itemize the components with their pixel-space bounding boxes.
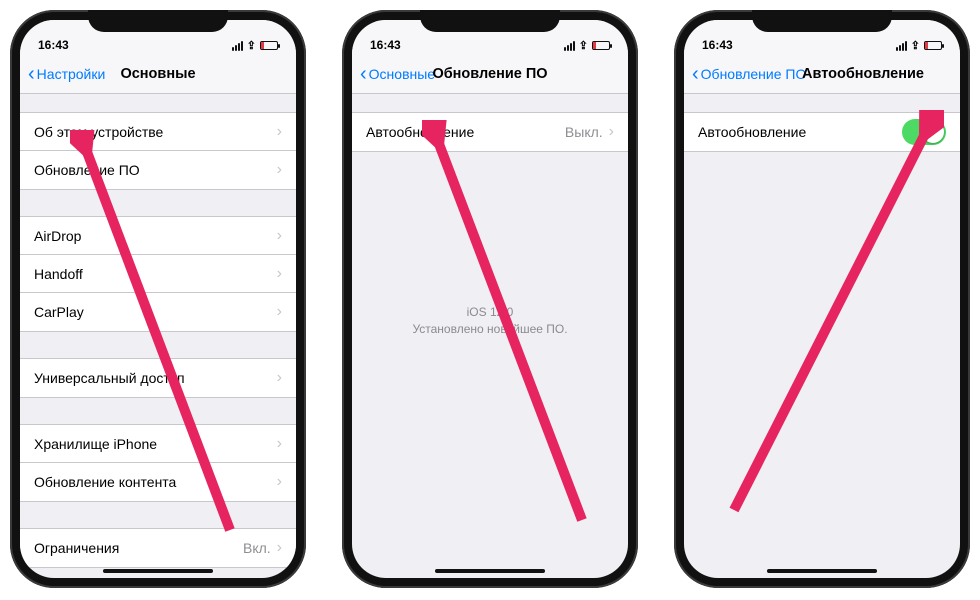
cell-carplay[interactable]: CarPlay › xyxy=(20,293,296,331)
status-time: 16:43 xyxy=(38,38,69,52)
cell-label: AirDrop xyxy=(34,228,81,244)
notch xyxy=(752,10,892,32)
cell-auto-update-toggle: Автообновление xyxy=(684,113,960,151)
cell-accessibility[interactable]: Универсальный доступ › xyxy=(20,359,296,397)
chevron-right-icon: › xyxy=(277,473,282,491)
list-group: Хранилище iPhone › Обновление контента › xyxy=(20,424,296,502)
back-label: Основные xyxy=(369,66,435,82)
home-indicator[interactable] xyxy=(103,569,213,573)
status-icons: ⇪ xyxy=(896,39,942,52)
chevron-left-icon: ‹ xyxy=(692,64,699,84)
cell-about[interactable]: Об этом устройстве › xyxy=(20,113,296,151)
cell-label: Автообновление xyxy=(698,124,806,140)
chevron-right-icon: › xyxy=(277,123,282,141)
battery-icon xyxy=(260,41,278,50)
back-button[interactable]: ‹ Настройки xyxy=(28,64,105,84)
nav-bar: ‹ Основные Обновление ПО xyxy=(352,54,628,94)
chevron-right-icon: › xyxy=(609,123,614,141)
chevron-left-icon: ‹ xyxy=(360,64,367,84)
list-group: Автообновление Выкл. › xyxy=(352,112,628,152)
cell-software-update[interactable]: Обновление ПО › xyxy=(20,151,296,189)
chevron-right-icon: › xyxy=(277,539,282,557)
home-indicator[interactable] xyxy=(435,569,545,573)
chevron-left-icon: ‹ xyxy=(28,64,35,84)
list-group: Об этом устройстве › Обновление ПО › xyxy=(20,112,296,190)
cell-content-refresh[interactable]: Обновление контента › xyxy=(20,463,296,501)
cell-handoff[interactable]: Handoff › xyxy=(20,255,296,293)
update-message: Установлено новейшее ПО. xyxy=(372,321,608,338)
signal-icon xyxy=(896,41,907,51)
signal-icon xyxy=(232,41,243,51)
status-time: 16:43 xyxy=(370,38,401,52)
list-group: Ограничения Вкл. › xyxy=(20,528,296,568)
chevron-right-icon: › xyxy=(277,369,282,387)
chevron-right-icon: › xyxy=(277,161,282,179)
cell-label: Универсальный доступ xyxy=(34,370,185,386)
content[interactable]: Автообновление Выкл. › iOS 12.0 Установле… xyxy=(352,94,628,578)
chevron-right-icon: › xyxy=(277,435,282,453)
back-label: Настройки xyxy=(37,66,106,82)
status-icons: ⇪ xyxy=(232,39,278,52)
notch xyxy=(420,10,560,32)
notch xyxy=(88,10,228,32)
back-button[interactable]: ‹ Основные xyxy=(360,64,435,84)
cell-label: CarPlay xyxy=(34,304,84,320)
list-group: Автообновление xyxy=(684,112,960,152)
chevron-right-icon: › xyxy=(277,265,282,283)
status-time: 16:43 xyxy=(702,38,733,52)
phone-mock-3: 16:43 ⇪ ‹ Обновление ПО Автообновление А… xyxy=(674,10,970,588)
cell-value: Вкл. xyxy=(243,540,271,556)
cell-label: Автообновление xyxy=(366,124,474,140)
wifi-icon: ⇪ xyxy=(247,39,256,52)
update-status: iOS 12.0 Установлено новейшее ПО. xyxy=(352,304,628,338)
nav-bar: ‹ Настройки Основные xyxy=(20,54,296,94)
list-group: Универсальный доступ › xyxy=(20,358,296,398)
screen: 16:43 ⇪ ‹ Обновление ПО Автообновление А… xyxy=(684,20,960,578)
cell-label: Handoff xyxy=(34,266,83,282)
phone-mock-2: 16:43 ⇪ ‹ Основные Обновление ПО Автообн… xyxy=(342,10,638,588)
content[interactable]: Автообновление xyxy=(684,94,960,578)
auto-update-switch[interactable] xyxy=(902,119,946,145)
chevron-right-icon: › xyxy=(277,303,282,321)
nav-bar: ‹ Обновление ПО Автообновление xyxy=(684,54,960,94)
home-indicator[interactable] xyxy=(767,569,877,573)
list-group: AirDrop › Handoff › CarPlay › xyxy=(20,216,296,332)
status-icons: ⇪ xyxy=(564,39,610,52)
wifi-icon: ⇪ xyxy=(579,39,588,52)
cell-auto-update[interactable]: Автообновление Выкл. › xyxy=(352,113,628,151)
ios-version: iOS 12.0 xyxy=(372,304,608,321)
battery-icon xyxy=(924,41,942,50)
cell-restrictions[interactable]: Ограничения Вкл. › xyxy=(20,529,296,567)
cell-label: Обновление контента xyxy=(34,474,176,490)
cell-label: Ограничения xyxy=(34,540,119,556)
back-button[interactable]: ‹ Обновление ПО xyxy=(692,64,806,84)
content[interactable]: Об этом устройстве › Обновление ПО › AirDr… xyxy=(20,94,296,578)
cell-value: Выкл. xyxy=(565,124,603,140)
signal-icon xyxy=(564,41,575,51)
screen: 16:43 ⇪ ‹ Основные Обновление ПО Автообн… xyxy=(352,20,628,578)
screen: 16:43 ⇪ ‹ Настройки Основные Об этом уст… xyxy=(20,20,296,578)
cell-label: Обновление ПО xyxy=(34,162,140,178)
cell-storage[interactable]: Хранилище iPhone › xyxy=(20,425,296,463)
chevron-right-icon: › xyxy=(277,227,282,245)
cell-airdrop[interactable]: AirDrop › xyxy=(20,217,296,255)
back-label: Обновление ПО xyxy=(701,66,807,82)
phone-mock-1: 16:43 ⇪ ‹ Настройки Основные Об этом уст… xyxy=(10,10,306,588)
battery-icon xyxy=(592,41,610,50)
cell-label: Об этом устройстве xyxy=(34,124,163,140)
cell-label: Хранилище iPhone xyxy=(34,436,157,452)
wifi-icon: ⇪ xyxy=(911,39,920,52)
